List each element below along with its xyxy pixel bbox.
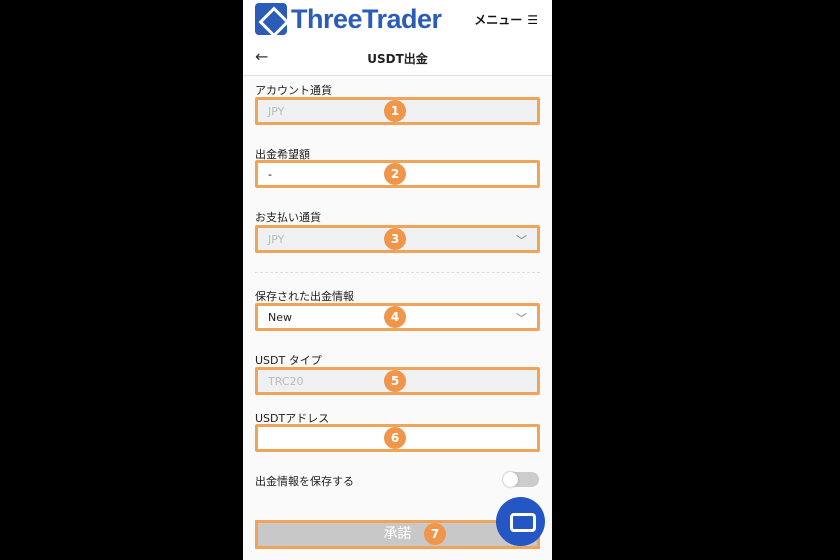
step-badge: 1 — [384, 100, 406, 122]
saved-info-value: New — [268, 310, 292, 324]
brand-name: ThreeTrader — [291, 3, 442, 34]
account-currency-label: アカウント通貨 — [255, 84, 332, 97]
phone-screen: ThreeTrader メニュー ☰ ← USDT出金 アカウント通貨 JPY 1… — [243, 0, 552, 560]
step-badge: 4 — [384, 306, 406, 328]
payment-currency-value: JPY — [268, 232, 285, 246]
step-badge: 5 — [384, 370, 406, 392]
page-title: USDT出金 — [367, 52, 428, 66]
logo-icon — [255, 3, 287, 35]
menu-label: メニュー — [474, 13, 523, 27]
amount-value: - — [268, 167, 272, 181]
usdt-type-value: TRC20 — [268, 374, 304, 388]
divider — [255, 272, 540, 273]
step-badge: 2 — [384, 163, 406, 185]
step-badge: 7 — [424, 523, 446, 545]
submit-label: 承諾 — [383, 526, 412, 542]
header: ThreeTrader メニュー ☰ ← USDT出金 — [243, 0, 552, 76]
chat-icon[interactable] — [496, 497, 545, 546]
usdt-type-label: USDT タイプ — [255, 354, 322, 367]
step-badge: 6 — [384, 427, 406, 449]
save-info-toggle[interactable] — [503, 472, 539, 487]
save-info-label: 出金情報を保存する — [255, 475, 354, 488]
list-icon: ☰ — [527, 12, 538, 27]
menu-button[interactable]: メニュー ☰ — [474, 11, 538, 28]
chevron-down-icon: ﹀ — [516, 312, 527, 325]
account-currency-value: JPY — [268, 104, 285, 118]
logo[interactable]: ThreeTrader — [255, 3, 442, 35]
chevron-down-icon: ﹀ — [516, 234, 527, 247]
step-badge: 3 — [384, 228, 406, 250]
saved-info-label: 保存された出金情報 — [255, 290, 354, 303]
payment-currency-label: お支払い通貨 — [255, 211, 321, 224]
